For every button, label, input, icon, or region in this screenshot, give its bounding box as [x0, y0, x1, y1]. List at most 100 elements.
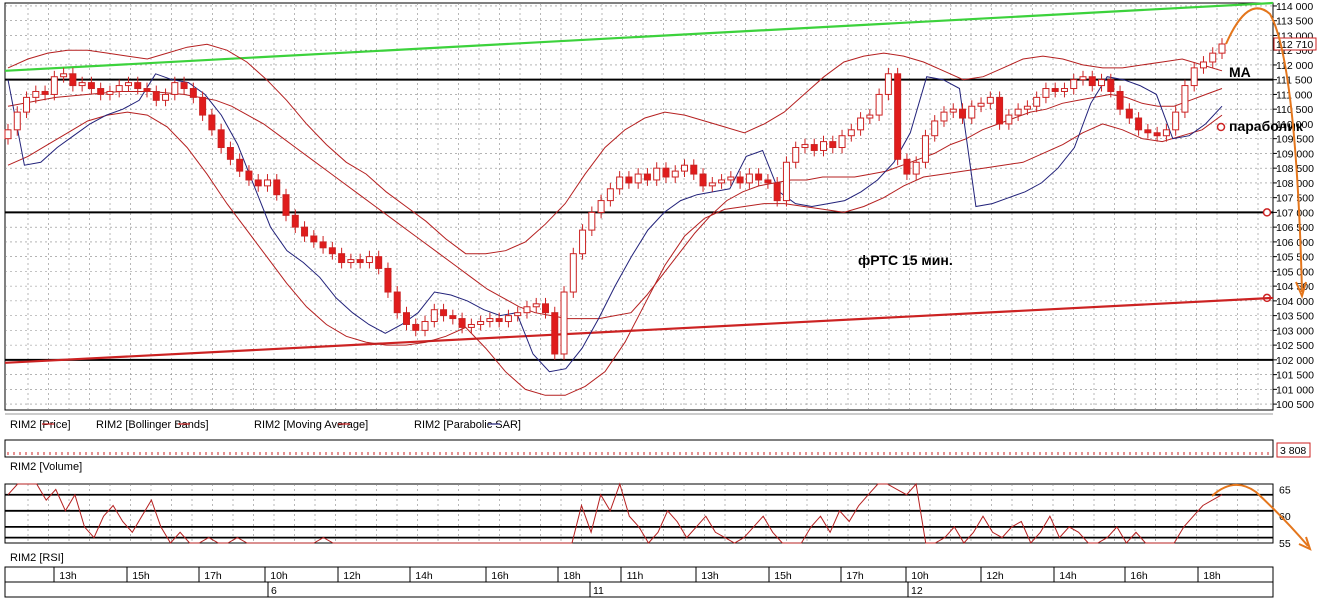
date-tick-label: 11 [593, 585, 604, 597]
candle-up [523, 306, 531, 314]
time-tick-label: 16h [1130, 570, 1148, 582]
candle-up [986, 96, 994, 104]
candle-up [124, 82, 132, 87]
candle-up [560, 291, 568, 355]
candle-down [69, 73, 77, 87]
candle-down [134, 82, 142, 90]
volume-panel-frame [4, 439, 1274, 458]
candle-up [857, 117, 865, 131]
y-tick-label: 106 500 [1276, 222, 1314, 234]
date-tick-label: 12 [911, 585, 923, 597]
candle-up [78, 82, 86, 87]
y-tick-label: 108 500 [1276, 163, 1314, 175]
candle-down [152, 90, 160, 101]
candle-down [764, 179, 772, 184]
candle-down [773, 182, 781, 202]
candle-down [541, 303, 549, 314]
time-tick-label: 10h [911, 570, 929, 582]
candle-down [894, 73, 902, 160]
candle-up [263, 179, 271, 187]
candle-down [328, 247, 336, 255]
candle-up [514, 312, 522, 317]
candle-up [171, 82, 179, 95]
candle-down [690, 164, 698, 175]
y-tick-label: 110 500 [1276, 104, 1313, 116]
candle-down [1153, 132, 1161, 137]
candle-up [681, 164, 689, 172]
time-tick-label: 14h [415, 570, 433, 582]
candle-down [375, 256, 383, 269]
candle-up [430, 309, 438, 323]
parabolic-marker [1216, 122, 1226, 132]
candle-up [1162, 129, 1170, 137]
ma-label: MA [1229, 64, 1251, 80]
y-tick-label: 104 500 [1276, 281, 1314, 293]
candle-up [727, 176, 735, 181]
candle-up [467, 323, 475, 328]
candle-up [1014, 108, 1022, 116]
candle-down [662, 167, 670, 178]
legend-label: RIM2 [Parabolic SAR] [414, 419, 521, 431]
candle-down [440, 309, 448, 317]
candle-up [1098, 79, 1106, 87]
y-tick-label: 108 000 [1276, 178, 1314, 190]
candle-up [671, 170, 679, 178]
candle-down [254, 179, 262, 187]
candle-down [189, 88, 197, 98]
candle-down [226, 147, 234, 160]
time-tick-label: 18h [563, 570, 581, 582]
y-tick-label: 101 000 [1276, 384, 1314, 396]
candle-down [755, 173, 763, 181]
candle-up [115, 85, 123, 92]
candle-up [23, 96, 31, 113]
y-tick-label: 105 000 [1276, 266, 1314, 278]
candle-up [532, 303, 540, 308]
candle-down [301, 226, 309, 237]
price-legend: RIM2 [Price] RIM2 [Bollinger Bands] RIM2 [… [10, 419, 521, 431]
y-tick-label: 106 000 [1276, 237, 1314, 249]
time-tick-label: 10h [270, 570, 288, 582]
candle-down [551, 312, 559, 355]
candle-up [421, 321, 429, 331]
candle-down [97, 88, 105, 95]
candle-down [736, 176, 744, 184]
candle-up [708, 182, 716, 187]
time-tick-label: 12h [343, 570, 361, 582]
volume-last-value: 3 808 [1280, 445, 1306, 457]
candle-down [959, 108, 967, 119]
candle-down [180, 82, 188, 90]
candle-down [393, 291, 401, 314]
candle-up [1070, 79, 1078, 90]
candle-up [504, 315, 512, 323]
y-tick-label: 107 500 [1276, 193, 1314, 205]
legend-label: RIM2 [Bollinger Bands] [96, 419, 209, 431]
candle-up [838, 135, 846, 149]
candle-down [643, 173, 651, 181]
candle-down [245, 170, 253, 181]
candle-up [745, 173, 753, 184]
price-axis: 114 000113 500113 000112 500112 000111 5… [1273, 1, 1317, 411]
candle-up [4, 129, 12, 140]
candle-down [282, 194, 290, 216]
candle-up [1190, 67, 1198, 87]
y-tick-label: 102 000 [1276, 355, 1314, 367]
candle-down [1125, 108, 1133, 119]
candle-up [977, 102, 985, 107]
candle-up [884, 73, 892, 95]
candle-up [653, 167, 661, 181]
y-tick-label: 113 500 [1276, 16, 1313, 28]
candle-up [1079, 76, 1087, 81]
rsi-tick-label: 65 [1279, 484, 1291, 496]
candle-up [1218, 43, 1226, 54]
candle-down [412, 323, 420, 331]
candle-down [1107, 79, 1115, 92]
candle-down [310, 235, 318, 243]
candle-up [718, 179, 726, 184]
rsi-title: RIM2 [RSI] [10, 552, 64, 564]
y-tick-label: 101 500 [1276, 370, 1314, 382]
volume-title: RIM2 [Volume] [10, 461, 82, 473]
candle-up [365, 256, 373, 264]
candle-up [866, 114, 874, 119]
candle-down [143, 88, 151, 92]
candle-up [1023, 105, 1031, 110]
